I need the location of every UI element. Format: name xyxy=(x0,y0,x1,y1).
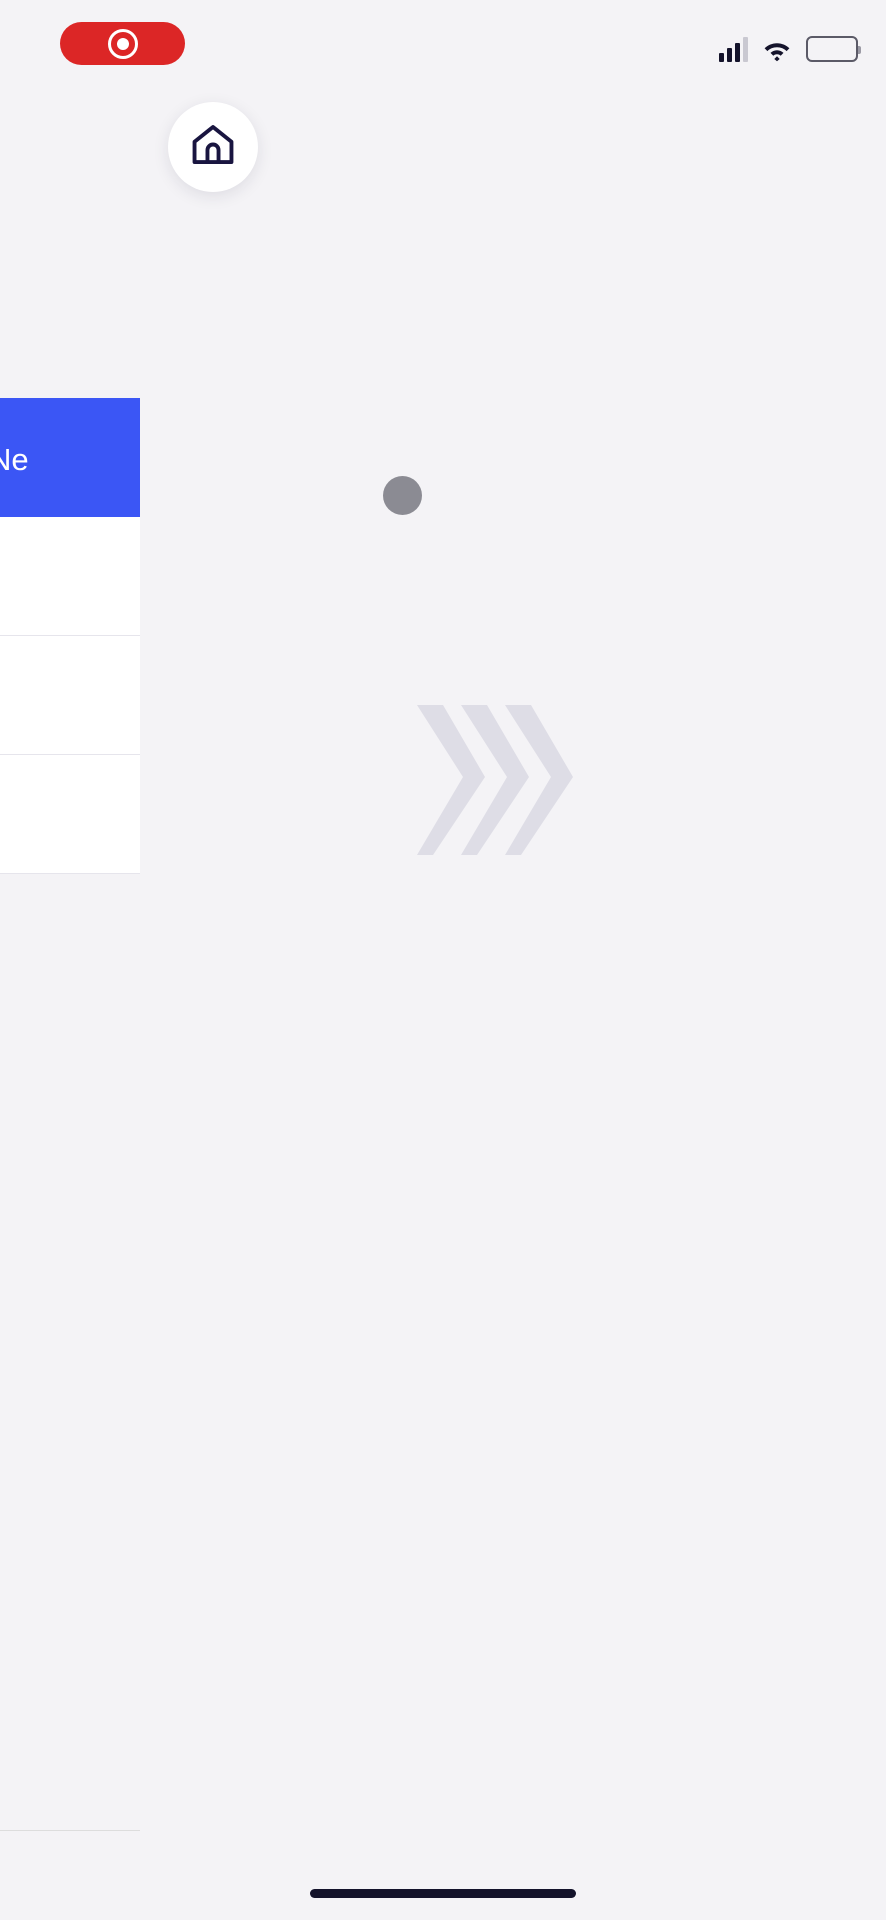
boards-panel: ds in Ne My new Untitled xyxy=(0,0,140,1920)
page-title: ds in xyxy=(0,225,140,294)
status-bar xyxy=(0,0,886,92)
sidebar-item-boards[interactable]: ARDS xyxy=(0,1860,140,1920)
home-icon xyxy=(189,122,237,172)
board-card-featured-label: Ne xyxy=(0,442,29,477)
wifi-icon xyxy=(762,38,792,62)
battery-icon xyxy=(806,36,861,62)
list-item[interactable]: My boar xyxy=(0,755,140,874)
home-indicator-bar xyxy=(310,1889,576,1898)
home-fab-button[interactable] xyxy=(168,102,258,192)
home-icon-svg xyxy=(192,125,234,164)
touch-pointer-dot xyxy=(383,476,422,515)
list-item[interactable]: Untitled xyxy=(0,636,140,755)
status-bar-right xyxy=(719,28,861,62)
board-list: Ne My new Untitled xyxy=(0,398,140,874)
wifi-icon-svg xyxy=(764,43,790,62)
triple-chevron-logo-watermark xyxy=(415,700,590,860)
bottom-nav-divider xyxy=(0,1830,140,1831)
recording-indicator[interactable] xyxy=(60,22,185,65)
record-icon xyxy=(107,28,138,59)
board-card-featured[interactable]: Ne xyxy=(0,398,140,517)
cellular-signal-icon xyxy=(719,36,748,62)
list-item[interactable]: My new xyxy=(0,517,140,636)
chevron-logo-svg xyxy=(417,705,573,855)
